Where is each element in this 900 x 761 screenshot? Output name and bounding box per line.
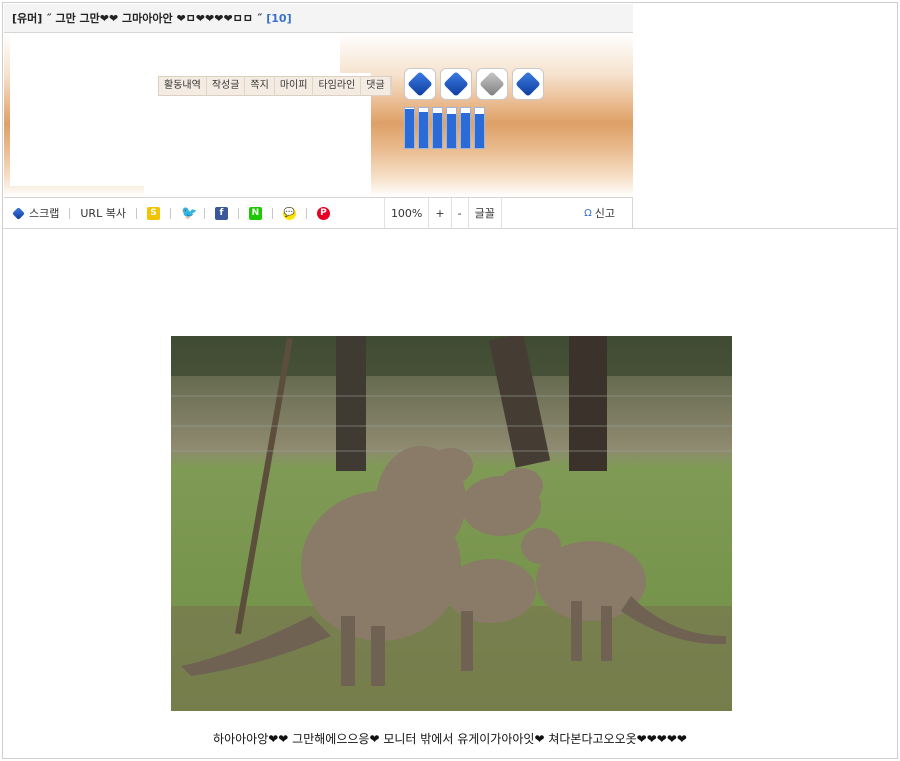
url-copy-button[interactable]: URL 복사: [70, 205, 136, 221]
share-pinterest-button[interactable]: P: [307, 206, 340, 220]
level-bar-fill: [419, 112, 428, 148]
share-kakaostory-button[interactable]: S: [137, 206, 170, 220]
level-bar-6: [474, 107, 485, 149]
report-label: 신고: [594, 207, 615, 220]
level-bar-fill: [461, 112, 470, 148]
gray-badge-icon: [479, 71, 505, 97]
level-bar-fill: [433, 112, 442, 148]
font-button[interactable]: 글꼴: [467, 198, 502, 228]
facebook-icon: f: [214, 206, 228, 220]
content-divider: [3, 228, 897, 229]
post-title-bar: [유머] ˝ 그만 그만❤❤ 그마아아안 ❤ㅁ❤❤❤❤ㅁㅁ ˝ [10]: [4, 4, 633, 33]
share-naver-button[interactable]: N: [239, 206, 272, 220]
pinterest-icon: P: [316, 206, 330, 220]
kangaroo-photo: [171, 336, 732, 711]
tab-mypi[interactable]: 마이피: [275, 77, 314, 95]
post-header: [유머] ˝ 그만 그만❤❤ 그마아아안 ❤ㅁ❤❤❤❤ㅁㅁ ˝ [10] 활동내역…: [4, 4, 633, 228]
kakaostory-icon: S: [146, 206, 160, 220]
tab-timeline[interactable]: 타임라인: [313, 77, 362, 95]
share-twitter-button[interactable]: 🐦: [171, 207, 204, 220]
badge-4[interactable]: [512, 68, 544, 100]
badge-1[interactable]: [404, 68, 436, 100]
zoom-controls: 100% + - 글꼴: [383, 198, 502, 228]
kakaotalk-icon: 💬: [282, 206, 296, 220]
tab-activity[interactable]: 활동내역: [159, 77, 207, 95]
level-bar-fill: [475, 113, 484, 148]
level-bar-2: [418, 107, 429, 149]
share-facebook-button[interactable]: f: [205, 206, 238, 220]
report-button[interactable]: Ω 신고: [584, 205, 615, 221]
level-bar-3: [432, 107, 443, 149]
tab-message[interactable]: 쪽지: [245, 77, 275, 95]
profile-banner: 활동내역 작성글 쪽지 마이피 타임라인 댓글: [4, 33, 633, 198]
level-bars: [404, 105, 485, 149]
post-caption: 하아아아앙❤❤ 그만해에으으응❤ 모니터 밖에서 유게이가아아잇❤ 쳐다본다고오…: [213, 732, 687, 746]
profile-tabs: 활동내역 작성글 쪽지 마이피 타임라인 댓글: [158, 76, 392, 96]
level-bar-5: [460, 107, 471, 149]
level-bar-fill: [447, 113, 456, 148]
tab-comments[interactable]: 댓글: [361, 77, 391, 95]
kangaroo-photo-illustration: [171, 336, 732, 711]
badge-3[interactable]: [476, 68, 508, 100]
tab-posts[interactable]: 작성글: [207, 77, 246, 95]
scrap-label: 스크랩: [29, 207, 60, 220]
blue-cube-badge-icon: [515, 71, 541, 97]
badge-2[interactable]: [440, 68, 472, 100]
twitter-icon: 🐦: [180, 205, 198, 221]
scrap-icon: [12, 206, 25, 220]
blue-cube-badge-icon: [443, 71, 469, 97]
badge-row: [404, 68, 544, 100]
blue-cube-badge-icon: [407, 71, 433, 97]
zoom-out-button[interactable]: -: [450, 198, 468, 228]
level-bar-1: [404, 107, 415, 149]
zoom-level: 100%: [383, 198, 428, 228]
scrap-button[interactable]: 스크랩: [4, 205, 69, 221]
post-title: [유머] ˝ 그만 그만❤❤ 그마아아안 ❤ㅁ❤❤❤❤ㅁㅁ ˝: [12, 12, 263, 25]
post-toolbar: 스크랩 URL 복사 S 🐦 f N 💬 P 100% + - 글꼴 Ω 신고: [4, 197, 633, 228]
level-bar-4: [446, 107, 457, 149]
report-icon: Ω: [584, 207, 592, 219]
level-bar-fill: [405, 109, 414, 148]
comment-count[interactable]: [10]: [266, 12, 291, 25]
share-kakaotalk-button[interactable]: 💬: [273, 206, 306, 220]
url-copy-label: URL 복사: [80, 207, 126, 220]
zoom-in-button[interactable]: +: [428, 198, 450, 228]
naver-icon: N: [248, 206, 262, 220]
